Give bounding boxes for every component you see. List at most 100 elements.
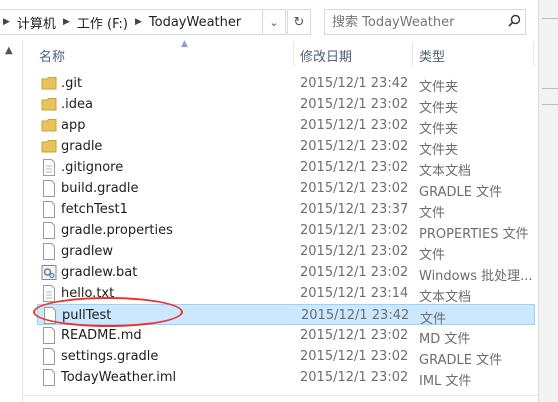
toolbar: ▶ 计算机 ▶ 工作 (F:) ▶ TodayWeather ⌄ ↻ [0, 0, 558, 40]
folder-icon [41, 117, 57, 134]
file-name: gradle.properties [61, 223, 173, 238]
file-type: GRADLE 文件 [419, 185, 503, 200]
address-dropdown-button[interactable]: ⌄ [262, 9, 286, 35]
file-type: 文件夹 [419, 122, 459, 137]
file-date: 2015/12/1 23:02 [300, 328, 409, 343]
chevron-right-icon[interactable]: ▶ [60, 17, 73, 27]
file-date: 2015/12/1 23:02 [300, 265, 409, 280]
divider [23, 395, 538, 396]
file-name: TodayWeather.iml [61, 370, 177, 385]
folder-icon [41, 96, 57, 113]
file-type: Windows 批处理... [419, 269, 533, 284]
text-file-icon [41, 285, 57, 302]
file-row[interactable]: .idea 2015/12/1 23:02 文件夹 [37, 94, 535, 116]
file-row[interactable]: app 2015/12/1 23:02 文件夹 [37, 115, 535, 137]
breadcrumb-computer[interactable]: 计算机 [13, 13, 60, 32]
chevron-right-icon[interactable]: ▶ [132, 17, 145, 27]
file-name: gradlew.bat [61, 265, 138, 280]
file-date: 2015/12/1 23:02 [300, 97, 409, 112]
file-date: 2015/12/1 23:02 [300, 349, 409, 364]
file-icon [41, 243, 57, 260]
chevron-down-icon: ⌄ [269, 15, 279, 29]
breadcrumb-folder[interactable]: TodayWeather [145, 15, 245, 30]
file-date: 2015/12/1 23:37 [300, 202, 409, 217]
file-date: 2015/12/1 23:02 [300, 181, 409, 196]
column-divider[interactable] [412, 42, 413, 66]
file-name: .gitignore [61, 160, 124, 175]
file-date: 2015/12/1 23:42 [300, 76, 409, 91]
file-date: 2015/12/1 23:02 [300, 160, 409, 175]
file-row[interactable]: gradlew.bat 2015/12/1 23:02 Windows 批处理.… [37, 262, 535, 284]
navigation-pane-edge: ▲ [0, 40, 23, 402]
breadcrumb-drive[interactable]: 工作 (F:) [73, 13, 132, 32]
file-row[interactable]: README.md 2015/12/1 23:02 MD 文件 [37, 325, 535, 347]
file-name: fetchTest1 [61, 202, 128, 217]
folder-icon [41, 75, 57, 92]
file-type: 文件夹 [419, 101, 459, 116]
file-name: pullTest [62, 308, 112, 323]
file-row[interactable]: .gitignore 2015/12/1 23:02 文本文档 [37, 157, 535, 179]
search-box[interactable] [324, 9, 526, 35]
file-date: 2015/12/1 23:02 [300, 244, 409, 259]
collapse-arrow-icon[interactable]: ▲ [5, 45, 13, 56]
refresh-button[interactable]: ↻ [287, 9, 311, 35]
file-date: 2015/12/1 23:14 [300, 286, 409, 301]
sort-ascending-icon: ▲ [181, 39, 188, 49]
file-date: 2015/12/1 23:02 [300, 118, 409, 133]
folder-icon [41, 138, 57, 155]
file-type: 文件 [419, 248, 446, 263]
file-date: 2015/12/1 23:42 [301, 308, 410, 323]
column-header: ▲ 名称 修改日期 类型 [23, 39, 538, 68]
file-name: app [61, 118, 86, 133]
file-name: README.md [61, 328, 142, 343]
column-date[interactable]: 修改日期 [300, 46, 352, 65]
file-name: gradle [61, 139, 103, 154]
file-name: settings.gradle [61, 349, 159, 364]
file-icon [41, 180, 57, 197]
file-date: 2015/12/1 23:02 [300, 139, 409, 154]
column-divider[interactable] [293, 42, 294, 66]
file-type: 文本文档 [419, 164, 472, 179]
file-date: 2015/12/1 23:02 [300, 370, 409, 385]
file-icon [41, 201, 57, 218]
file-name: gradlew [61, 244, 114, 259]
search-input[interactable] [325, 13, 504, 31]
file-type: MD 文件 [419, 332, 471, 347]
details-pane-edge [538, 0, 558, 402]
file-date: 2015/12/1 23:02 [300, 223, 409, 238]
file-row[interactable]: gradle 2015/12/1 23:02 文件夹 [37, 136, 535, 158]
search-icon[interactable] [504, 14, 524, 31]
refresh-icon: ↻ [293, 14, 305, 30]
batch-file-icon [41, 264, 57, 281]
file-row[interactable]: settings.gradle 2015/12/1 23:02 GRADLE 文… [37, 346, 535, 368]
file-icon [42, 307, 58, 324]
file-row[interactable]: TodayWeather.iml 2015/12/1 23:02 IML 文件 [37, 367, 535, 389]
file-type: 文件夹 [419, 143, 459, 158]
file-name: .idea [61, 97, 93, 112]
file-icon [41, 369, 57, 386]
file-icon [41, 222, 57, 239]
address-bar[interactable]: ▶ 计算机 ▶ 工作 (F:) ▶ TodayWeather [0, 9, 283, 35]
file-row[interactable]: gradle.properties 2015/12/1 23:02 PROPER… [37, 220, 535, 242]
file-type: 文本文档 [419, 290, 472, 305]
chevron-right-icon: ▶ [3, 17, 10, 27]
file-row[interactable]: fetchTest1 2015/12/1 23:37 文件 [37, 199, 535, 221]
column-type[interactable]: 类型 [419, 46, 445, 65]
column-name[interactable]: 名称 [39, 46, 65, 65]
file-type: GRADLE 文件 [419, 353, 503, 368]
file-icon [41, 327, 57, 344]
file-type: 文件夹 [419, 80, 459, 95]
file-name: .git [61, 76, 83, 91]
file-row-selected[interactable]: pullTest 2015/12/1 23:42 文件 [37, 304, 535, 327]
file-name: build.gradle [61, 181, 139, 196]
file-icon [41, 348, 57, 365]
text-file-icon [41, 159, 57, 176]
file-row[interactable]: gradlew 2015/12/1 23:02 文件 [37, 241, 535, 263]
file-type: PROPERTIES 文件 [419, 227, 529, 242]
file-row[interactable]: hello.txt 2015/12/1 23:14 文本文档 [37, 283, 535, 305]
file-type: 文件 [419, 206, 446, 221]
file-row[interactable]: .git 2015/12/1 23:42 文件夹 [37, 73, 535, 95]
file-type: IML 文件 [419, 374, 472, 389]
column-divider[interactable] [533, 42, 534, 66]
file-row[interactable]: build.gradle 2015/12/1 23:02 GRADLE 文件 [37, 178, 535, 200]
